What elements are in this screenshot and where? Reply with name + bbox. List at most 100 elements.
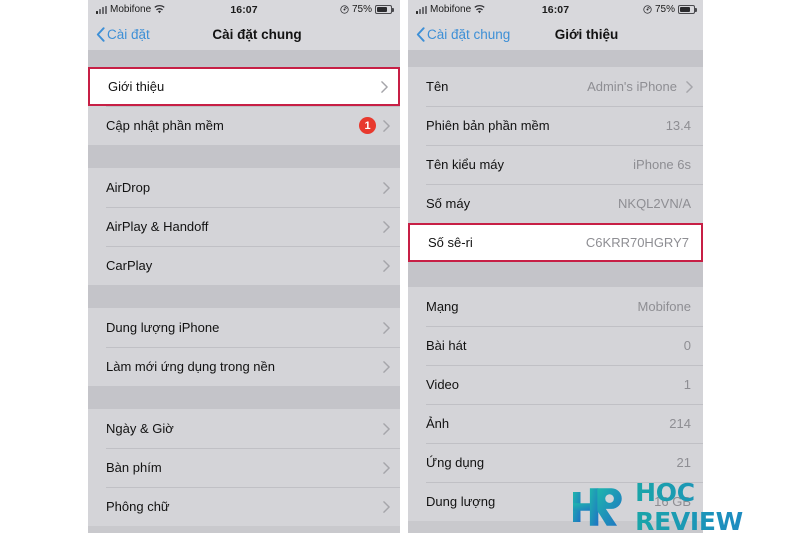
list-item-label: Tên xyxy=(426,79,449,94)
list-item-label: Bài hát xyxy=(426,338,467,353)
list-item[interactable]: Giới thiệu xyxy=(88,67,400,106)
screenshot-canvas: Mobifone 16:07 75% Cài đặt Cài đặt chung… xyxy=(0,0,800,533)
settings-list-left: Giới thiệu Cập nhật phần mềm 1 AirDrop AirPl… xyxy=(88,50,400,526)
list-item-value: Admin's iPhone xyxy=(587,79,677,94)
chevron-left-icon xyxy=(416,27,425,42)
chevron-right-icon xyxy=(686,80,693,93)
list-item-label: Cập nhật phần mềm xyxy=(106,118,224,133)
list-item-label: Mạng xyxy=(426,299,459,314)
list-item-label: Tên kiểu máy xyxy=(426,157,505,172)
list-item-label: CarPlay xyxy=(106,258,153,273)
list-group-gap xyxy=(408,262,703,287)
list-item-label: Số máy xyxy=(426,196,471,211)
list-item-label: Video xyxy=(426,377,460,392)
back-button-right[interactable]: Cài đặt chung xyxy=(416,27,510,42)
battery-percent-right: 75% xyxy=(655,4,676,15)
back-button-label-right: Cài đặt chung xyxy=(427,27,511,42)
list-item-value: 0 xyxy=(683,338,691,353)
status-bar-left: Mobifone 16:07 75% xyxy=(88,0,400,19)
list-item-label: Phiên bản phần mềm xyxy=(426,118,550,133)
list-item-label: Phông chữ xyxy=(106,499,170,514)
list-item[interactable]: Dung lượng 16 GB xyxy=(408,482,703,521)
list-item-value: 1 xyxy=(683,377,691,392)
list-item-label: Ảnh xyxy=(426,416,450,431)
signal-strength-icon xyxy=(416,5,427,14)
list-group-gap xyxy=(88,386,400,409)
list-item-value: 214 xyxy=(669,416,691,431)
chevron-right-icon xyxy=(383,181,390,194)
rotation-lock-icon xyxy=(643,5,652,14)
list-item[interactable]: Bàn phím xyxy=(88,448,400,487)
chevron-right-icon xyxy=(383,422,390,435)
carrier-label: Mobifone xyxy=(110,4,152,15)
list-item[interactable]: Phiên bản phần mềm 13.4 xyxy=(408,106,703,145)
chevron-right-icon xyxy=(383,119,390,132)
list-item[interactable]: Cập nhật phần mềm 1 xyxy=(88,106,400,145)
battery-icon xyxy=(375,5,395,14)
chevron-left-icon xyxy=(96,27,105,42)
list-item-label: Giới thiệu xyxy=(108,79,165,94)
list-item-value: Mobifone xyxy=(637,299,691,314)
list-item-label: Số sê-ri xyxy=(428,235,473,250)
list-item-value: NKQL2VN/A xyxy=(618,196,691,211)
list-item-value: 21 xyxy=(676,455,691,470)
list-item-label: Ứng dụng xyxy=(426,455,485,470)
chevron-right-icon xyxy=(383,461,390,474)
list-item[interactable]: CarPlay xyxy=(88,246,400,285)
status-time-left: 16:07 xyxy=(230,3,258,16)
list-item[interactable]: AirPlay & Handoff xyxy=(88,207,400,246)
chevron-right-icon xyxy=(383,360,390,373)
list-group-gap xyxy=(408,50,703,67)
back-button-left[interactable]: Cài đặt xyxy=(96,27,150,42)
nav-bar-right: Cài đặt chung Giới thiệu xyxy=(408,19,703,50)
list-item[interactable]: Phông chữ xyxy=(88,487,400,526)
list-item[interactable]: Mạng Mobifone xyxy=(408,287,703,326)
list-group-gap xyxy=(88,145,400,168)
chevron-right-icon xyxy=(383,321,390,334)
signal-strength-icon xyxy=(96,5,107,14)
list-item-value: iPhone 6s xyxy=(633,157,691,172)
back-button-label-left: Cài đặt xyxy=(107,27,150,42)
rotation-lock-icon xyxy=(340,5,349,14)
notification-badge: 1 xyxy=(359,117,376,134)
list-item-label: Ngày & Giờ xyxy=(106,421,174,436)
list-item-label: AirDrop xyxy=(106,180,151,195)
chevron-right-icon xyxy=(383,259,390,272)
list-item[interactable]: Ảnh 214 xyxy=(408,404,703,443)
left-phone-screen: Mobifone 16:07 75% Cài đặt Cài đặt chung… xyxy=(88,0,400,533)
list-item-value: C6KRR70HGRY7 xyxy=(585,235,689,250)
list-item[interactable]: Bài hát 0 xyxy=(408,326,703,365)
battery-percent-left: 75% xyxy=(352,4,373,15)
list-item[interactable]: Tên Admin's iPhone xyxy=(408,67,703,106)
list-item-label: Bàn phím xyxy=(106,460,162,475)
about-list-right: Tên Admin's iPhone Phiên bản phần mềm 13.4 T… xyxy=(408,50,703,521)
list-group-gap xyxy=(88,50,400,67)
wifi-icon xyxy=(154,5,165,14)
list-item-value: 13.4 xyxy=(665,118,691,133)
list-item-label: Dung lượng iPhone xyxy=(106,320,220,335)
list-item[interactable]: Ứng dụng 21 xyxy=(408,443,703,482)
chevron-right-icon xyxy=(381,80,388,93)
chevron-right-icon xyxy=(383,220,390,233)
list-item[interactable]: Làm mới ứng dụng trong nền xyxy=(88,347,400,386)
list-item[interactable]: Dung lượng iPhone xyxy=(88,308,400,347)
list-item[interactable]: Ngày & Giờ xyxy=(88,409,400,448)
chevron-right-icon xyxy=(383,500,390,513)
list-item[interactable]: Số sê-ri C6KRR70HGRY7 xyxy=(408,223,703,262)
list-item[interactable]: Tên kiểu máy iPhone 6s xyxy=(408,145,703,184)
list-item[interactable]: AirDrop xyxy=(88,168,400,207)
list-item[interactable]: Số máy NKQL2VN/A xyxy=(408,184,703,223)
nav-bar-left: Cài đặt Cài đặt chung xyxy=(88,19,400,50)
status-bar-right: Mobifone 16:07 75% xyxy=(408,0,703,19)
list-item-label: Dung lượng xyxy=(426,494,496,509)
battery-icon xyxy=(678,5,698,14)
status-time-right: 16:07 xyxy=(541,3,570,16)
right-phone-screen: Mobifone 16:07 75% Cài đặt chung Giới th… xyxy=(408,0,703,533)
carrier-label: Mobifone xyxy=(430,4,472,15)
list-group-gap xyxy=(88,285,400,308)
list-item-value: 16 GB xyxy=(654,494,691,509)
list-item[interactable]: Video 1 xyxy=(408,365,703,404)
wifi-icon xyxy=(474,5,485,14)
list-item-label: Làm mới ứng dụng trong nền xyxy=(106,359,275,374)
list-item-label: AirPlay & Handoff xyxy=(106,219,209,234)
